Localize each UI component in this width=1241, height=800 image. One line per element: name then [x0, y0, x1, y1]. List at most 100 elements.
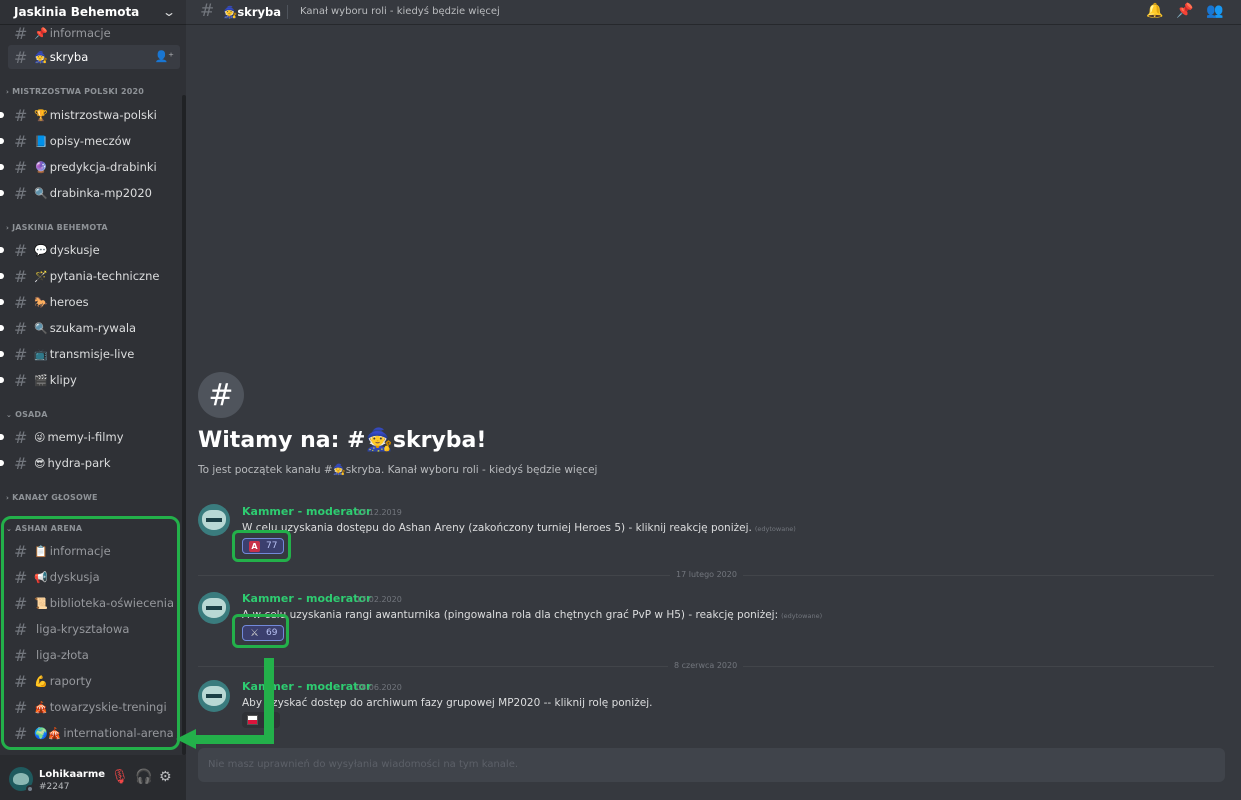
channel-emoji: 🧙	[223, 5, 238, 19]
message-author[interactable]: Kammer - moderator	[242, 505, 371, 518]
flag-icon	[247, 715, 258, 725]
status-dot	[26, 785, 34, 793]
annotation-arrow	[195, 735, 274, 744]
hash-icon: #	[14, 370, 28, 390]
channel-label: szukam-rywala	[49, 321, 137, 335]
unread-indicator	[0, 247, 4, 253]
bell-icon[interactable]: 🔔	[1146, 3, 1163, 19]
channel-klipy[interactable]: # 🎬 klipy	[0, 368, 180, 392]
message-timestamp: 08.06.2020	[356, 683, 402, 692]
channel-label: hydra-park	[47, 456, 111, 470]
headphones-icon[interactable]: 🎧	[135, 769, 152, 785]
channel-emoji: 💬	[34, 243, 48, 257]
category-kanaly-glosowe[interactable]: › KANAŁY GŁOSOWE	[6, 493, 98, 502]
channel-predykcja-drabinki[interactable]: # 🔮 predykcja-drabinki	[0, 155, 180, 179]
message-author[interactable]: Kammer - moderator	[242, 592, 371, 605]
channel-emoji: 🏆	[34, 108, 48, 122]
channel-emoji: 😜	[34, 430, 46, 444]
channel-informacje-top[interactable]: # 📌 informacje	[8, 25, 180, 45]
category-label: KANAŁY GŁOSOWE	[12, 493, 98, 502]
channel-mistrzostwa-polski[interactable]: # 🏆 mistrzostwa-polski	[0, 103, 180, 127]
hash-icon: #	[14, 131, 28, 151]
highlight-box-reaction	[232, 614, 289, 648]
hash-icon: #	[14, 266, 28, 286]
unread-indicator	[0, 112, 4, 118]
hash-icon: #	[200, 1, 215, 21]
message-content: A w celu uzyskania rangi awanturnika (pi…	[242, 609, 822, 621]
channel-label: predykcja-drabinki	[49, 160, 157, 174]
unread-indicator	[0, 325, 4, 331]
category-osada[interactable]: ⌄ OSADA	[6, 410, 48, 419]
channel-szukam-rywala[interactable]: # 🔍 szukam-rywala	[0, 316, 180, 340]
channel-emoji: 😎	[34, 456, 46, 470]
message-timestamp: 17.12.2019	[356, 508, 402, 517]
avatar[interactable]	[198, 504, 230, 536]
channel-header: # 🧙skryba Kanał wyboru roli - kiedyś będ…	[186, 0, 1241, 25]
date-divider-label: 8 czerwca 2020	[668, 661, 744, 670]
hash-icon: #	[14, 240, 28, 260]
channel-hydra-park[interactable]: # 😎 hydra-park	[0, 451, 180, 475]
user-tag: #2247	[39, 782, 70, 792]
category-label: JASKINIA BEHEMOTA	[12, 223, 108, 232]
avatar[interactable]	[198, 592, 230, 624]
channel-pytania-techniczne[interactable]: # 🪄 pytania-techniczne	[0, 264, 180, 288]
channel-hash-badge: #	[198, 372, 244, 418]
members-icon[interactable]: 👥	[1206, 3, 1223, 19]
hash-icon: #	[14, 183, 28, 203]
annotation-arrow	[264, 658, 274, 744]
category-label: OSADA	[15, 410, 48, 419]
channel-label: informacje	[49, 26, 111, 40]
hash-icon: #	[14, 292, 28, 312]
server-header[interactable]: Jaskinia Behemota ⌄	[0, 0, 186, 25]
category-mistrzostwa[interactable]: › MISTRZOSTWA POLSKI 2020	[6, 87, 144, 96]
message-author[interactable]: Kammer - moderator	[242, 680, 371, 693]
unread-indicator	[0, 377, 4, 383]
message-content: W celu uzyskania dostępu do Ashan Areny …	[242, 522, 796, 534]
hash-icon: #	[14, 318, 28, 338]
pin-icon[interactable]: 📌	[1176, 3, 1193, 19]
channel-label: drabinka-mp2020	[49, 186, 152, 200]
hash-icon: #	[14, 105, 28, 125]
mute-mic-icon[interactable]: 🎙	[111, 769, 129, 785]
channel-skryba[interactable]: # 🧙 skryba 👤⁺	[8, 45, 180, 69]
message-input[interactable]: Nie masz uprawnień do wysyłania wiadomoś…	[198, 748, 1225, 782]
channel-emoji: 📌	[34, 26, 48, 40]
avatar[interactable]	[198, 680, 230, 712]
channel-emoji: 🔍	[34, 321, 48, 335]
unread-indicator	[0, 351, 4, 357]
channel-emoji: 🐎	[34, 295, 48, 309]
channel-label: mistrzostwa-polski	[49, 108, 157, 122]
message-timestamp: 17.02.2020	[356, 595, 402, 604]
gear-icon[interactable]: ⚙	[159, 769, 172, 785]
divider	[287, 5, 288, 19]
unread-indicator	[0, 299, 4, 305]
channel-emoji: 🔍	[34, 186, 48, 200]
channel-label: heroes	[49, 295, 89, 309]
add-user-icon[interactable]: 👤⁺	[154, 50, 174, 63]
sidebar-scrollbar[interactable]	[182, 95, 186, 755]
channel-label: memy-i-filmy	[47, 430, 124, 444]
server-name: Jaskinia Behemota	[14, 5, 140, 19]
chevron-down-icon[interactable]: ⌄	[162, 5, 176, 19]
channel-memy-i-filmy[interactable]: # 😜 memy-i-filmy	[0, 425, 180, 449]
unread-indicator	[0, 190, 4, 196]
channel-label: opisy-meczów	[49, 134, 132, 148]
unread-indicator	[0, 138, 4, 144]
channel-emoji: 📘	[34, 134, 48, 148]
channel-emoji: 🧙	[34, 50, 48, 64]
channel-emoji: 📺	[34, 347, 48, 361]
category-jaskinia[interactable]: › JASKINIA BEHEMOTA	[6, 223, 108, 232]
channel-opisy-meczow[interactable]: # 📘 opisy-meczów	[0, 129, 180, 153]
discord-app: Jaskinia Behemota ⌄ # 📌 informacje # 🧙 s…	[0, 0, 1241, 800]
message-input-placeholder: Nie masz uprawnień do wysyłania wiadomoś…	[208, 759, 519, 770]
channel-emoji: 🪄	[34, 269, 48, 283]
channel-heroes[interactable]: # 🐎 heroes	[0, 290, 180, 314]
reaction-button[interactable]	[242, 712, 280, 728]
channel-drabinka-mp2020[interactable]: # 🔍 drabinka-mp2020	[0, 181, 180, 205]
highlight-box-reaction	[232, 530, 291, 562]
channel-label: pytania-techniczne	[49, 269, 160, 283]
channel-dyskusje[interactable]: # 💬 dyskusje	[0, 238, 180, 262]
message-text: Aby uzyskać dostęp do archiwum fazy grup…	[242, 697, 653, 709]
channel-label: skryba	[49, 50, 89, 64]
channel-transmisje-live[interactable]: # 📺 transmisje-live	[0, 342, 180, 366]
